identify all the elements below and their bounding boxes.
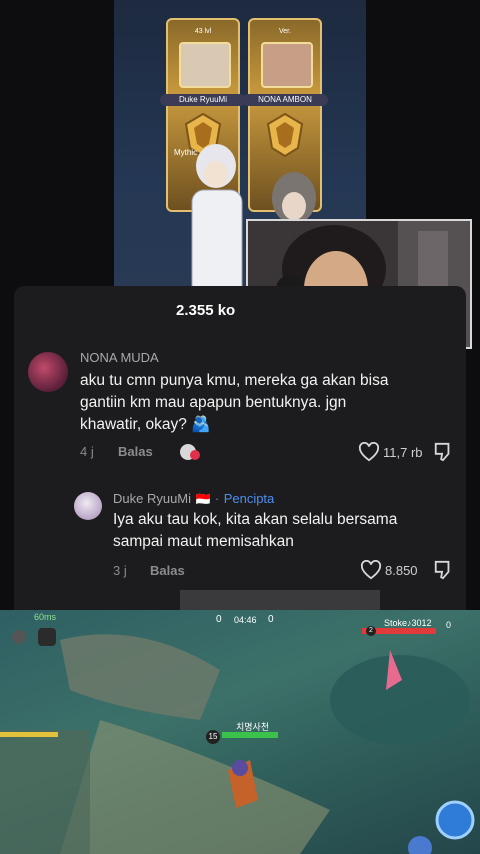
settings-gear-icon[interactable]: [12, 630, 26, 644]
flag-icon: 🇮🇩: [195, 492, 211, 506]
comment-line: khawatir, okay? 🫂: [80, 416, 211, 433]
player-gold-bar: [0, 732, 58, 737]
reply-header: Duke RyuuMi 🇮🇩 · Pencipta: [113, 490, 274, 508]
comment-username[interactable]: Duke RyuuMi: [113, 491, 191, 506]
score-right: 0: [268, 614, 274, 625]
player-level: 15: [206, 730, 220, 744]
like-count: 11,7 rb: [383, 445, 423, 460]
comment-line: aku tu cmn punya kmu, mereka ga akan bis…: [80, 372, 389, 389]
enemy-name: Stoke♪3012: [384, 618, 432, 628]
comment-line: Iya aku tau kok, kita akan selalu bersam…: [113, 511, 398, 528]
like-count: 8.850: [385, 563, 418, 578]
enemy-level: 2: [366, 626, 376, 636]
mythic-crest-icon: [266, 112, 304, 158]
reply-button[interactable]: Balas: [150, 563, 185, 578]
kill-count: 0: [446, 620, 452, 630]
reply-button[interactable]: Balas: [118, 444, 153, 459]
dislike-icon[interactable]: [432, 560, 454, 580]
banner-name: NONA AMBON: [242, 94, 328, 106]
dislike-icon[interactable]: [432, 442, 454, 462]
partial-overlay-strip: [180, 590, 380, 610]
ping-indicator: 60ms: [34, 612, 57, 622]
like-heart-icon[interactable]: [358, 442, 380, 462]
creator-badge: Pencipta: [223, 491, 275, 506]
creator-liked-icon: [180, 444, 200, 460]
game-footage: 60ms 0 04:46 0 Stoke♪3012 2 0 15 치명사천: [0, 610, 480, 854]
comment-count: 2.355 ko: [176, 302, 236, 319]
comment-line: gantiin km mau apapun bentuknya. jgn: [80, 394, 347, 411]
comment-text: aku tu cmn punya kmu, mereka ga akan bis…: [80, 370, 388, 436]
banner-name: Duke RyuuMi: [160, 94, 246, 106]
comment-time: 4 j: [80, 444, 94, 459]
like-heart-icon[interactable]: [360, 560, 382, 580]
score-left: 0: [216, 614, 222, 625]
comment-time: 3 j: [113, 563, 127, 578]
avatar[interactable]: [28, 352, 68, 392]
banner-level: Ver.: [278, 28, 292, 35]
banner-level: 43 lvl: [194, 28, 212, 35]
player-name: 치명사천: [236, 722, 270, 732]
avatar: [179, 42, 231, 88]
avatar: [261, 42, 313, 88]
separator-dot: ·: [214, 491, 220, 506]
build-icon[interactable]: [38, 628, 56, 646]
comment-username[interactable]: NONA MUDA: [80, 350, 159, 365]
avatar[interactable]: [74, 492, 102, 520]
comment-line: sampai maut memisahkan: [113, 533, 294, 550]
match-timer: 04:46: [234, 615, 257, 625]
comment-text: Iya aku tau kok, kita akan selalu bersam…: [113, 509, 397, 553]
anime-character-illustration: [191, 144, 243, 300]
